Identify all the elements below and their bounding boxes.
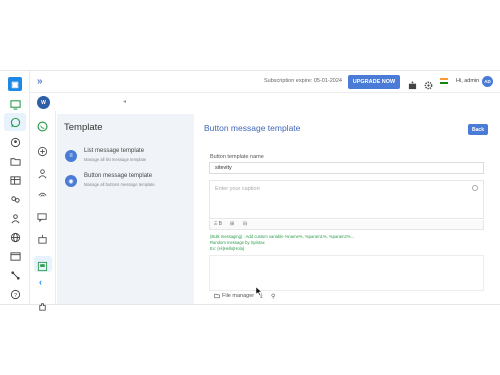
user-greeting[interactable]: Hi, admin: [456, 78, 479, 84]
list-icon: ≡: [65, 150, 77, 162]
button-template-item[interactable]: ◉ Button message template Manage all but…: [65, 172, 190, 194]
link-icon[interactable]: ⚲: [271, 293, 278, 300]
app-frame: ▣ ? » Subscription expire: 05-01-2024 UP…: [0, 70, 500, 311]
hint-bulk-variables: (Bulk messaging) : Add custom variable %…: [210, 234, 355, 239]
caption-toolbar: Ξ B ⊞ ⊟: [209, 220, 484, 230]
insert-table-icon[interactable]: ⊞: [230, 221, 234, 227]
bot-icon[interactable]: [37, 232, 48, 244]
hint-example: Ex: {Hi|Hello|Hola}: [210, 246, 245, 251]
hand-icon[interactable]: [37, 299, 48, 311]
button-template-label: Button message template: [84, 173, 153, 179]
pin-icon[interactable]: ◂: [123, 98, 126, 105]
format-bold-icon[interactable]: Ξ B: [214, 221, 222, 227]
list-template-item[interactable]: ≡ List message template Manage all list …: [65, 147, 190, 169]
folder-icon[interactable]: [9, 155, 21, 167]
button-template-sub: Manage all buttons message template: [84, 182, 155, 187]
table-icon[interactable]: [9, 174, 21, 186]
network-icon[interactable]: [9, 269, 21, 281]
back-button[interactable]: Back: [468, 124, 488, 135]
file-manager-label: File manager: [222, 293, 255, 299]
radio-button-icon: ◉: [65, 175, 77, 187]
broadcast-icon[interactable]: [37, 188, 48, 199]
contact-icon[interactable]: [37, 166, 48, 179]
whatsapp-icon[interactable]: [9, 116, 21, 128]
chat-icon[interactable]: [37, 210, 48, 223]
folder-open-icon: [214, 293, 220, 299]
caption-textarea[interactable]: Enter your caption: [209, 180, 484, 219]
gear-icon[interactable]: [424, 77, 433, 90]
sub-header: W ◂: [30, 93, 500, 111]
top-bar: » Subscription expire: 05-01-2024 UPGRAD…: [30, 71, 500, 93]
brand-logo-icon: W: [37, 96, 50, 109]
template-panel: Template ≡ List message template Manage …: [57, 114, 194, 304]
user-icon[interactable]: [9, 212, 21, 224]
emoji-icon[interactable]: [472, 185, 478, 191]
help-icon[interactable]: ?: [9, 288, 21, 300]
feature-column: ‹: [30, 111, 56, 311]
upgrade-button[interactable]: UPGRADE NOW: [348, 75, 400, 89]
page-title: Button message template: [204, 123, 301, 133]
whatsapp-channel-icon[interactable]: [37, 119, 48, 132]
template-name-input[interactable]: sitevity: [209, 162, 484, 174]
template-name-label: Button template name: [210, 154, 264, 160]
subscription-expiry: Subscription expire: 05-01-2024: [264, 78, 342, 84]
template-panel-title: Template: [64, 122, 103, 133]
hint-spintax: Random message by Spintax: [210, 240, 265, 245]
caption-placeholder: Enter your caption: [215, 186, 260, 192]
language-flag-icon[interactable]: [440, 78, 448, 84]
avatar[interactable]: AD: [482, 76, 493, 87]
insert-block-icon[interactable]: ⊟: [243, 221, 247, 227]
profile-icon[interactable]: [9, 136, 21, 148]
list-template-sub: Manage all list message template: [84, 157, 147, 162]
window-icon[interactable]: [9, 250, 21, 262]
button-editor-area[interactable]: [209, 255, 484, 291]
mouse-cursor-icon: [256, 287, 262, 296]
template-icon[interactable]: [37, 259, 48, 272]
svg-text:?: ?: [13, 292, 16, 298]
expand-sidebar-icon[interactable]: »: [37, 76, 43, 87]
list-template-label: List message template: [84, 148, 145, 154]
globe-icon[interactable]: [9, 231, 21, 243]
file-manager-button[interactable]: File manager: [214, 293, 254, 299]
left-rail: ▣ ?: [0, 71, 30, 304]
group-icon[interactable]: [9, 193, 21, 205]
dashboard-icon[interactable]: [9, 98, 21, 110]
collapse-chevron-icon[interactable]: ‹: [39, 277, 42, 287]
button-template-form: Button message template Back Button temp…: [197, 114, 495, 304]
robot-icon[interactable]: [408, 77, 417, 90]
app-logo-icon[interactable]: ▣: [8, 77, 22, 91]
add-circle-icon[interactable]: [37, 144, 48, 157]
